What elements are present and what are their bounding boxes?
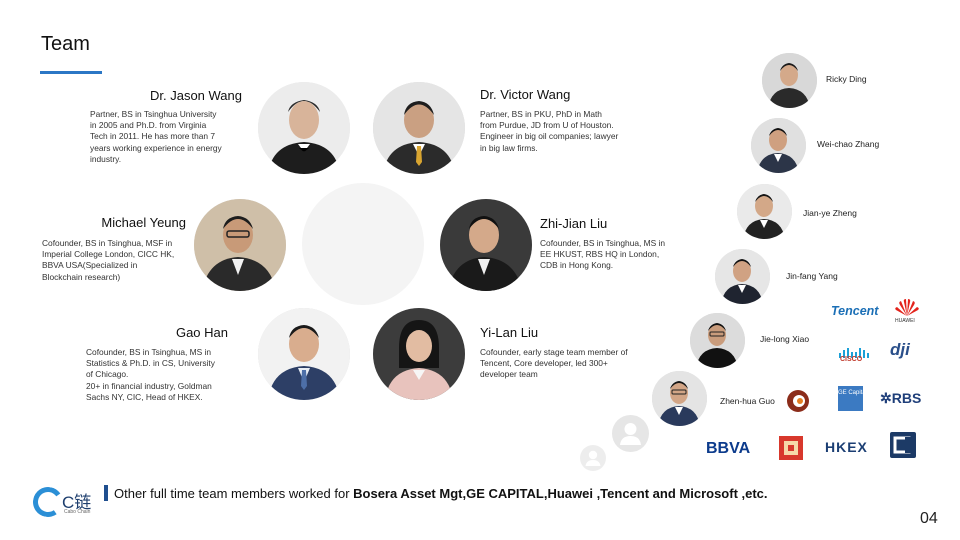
placeholder-avatar-icon	[612, 415, 649, 452]
dji-logo: dji	[890, 340, 910, 359]
bosera-logo	[786, 389, 810, 413]
member-name-jian-ye-zheng: Jian-ye Zheng	[803, 208, 857, 218]
brand-logo-icon	[30, 484, 66, 520]
page-number: 04	[920, 510, 938, 527]
partner-desc-michael-yeung: Cofounder, BS in Tsinghua, MSF in Imperi…	[42, 238, 175, 282]
photo-yi-lan-liu	[373, 308, 465, 400]
center-circle	[302, 183, 424, 305]
brand-subtitle: Cabo Chain	[64, 509, 91, 515]
partner-name-jason-wang: Dr. Jason Wang	[149, 88, 242, 103]
photo-jie-long-xiao	[690, 313, 745, 368]
cisco-logo: CISCO	[840, 356, 863, 363]
footer-accent-bar	[104, 485, 108, 501]
rbs-logo: ✲RBS	[880, 390, 921, 407]
partner-name-gao-han: Gao Han	[175, 325, 228, 340]
partner-name-zhi-jian-liu: Zhi-Jian Liu	[540, 216, 608, 231]
footer-text-bold: Bosera Asset Mgt,GE CAPITAL,Huawei ,Tenc…	[353, 486, 768, 501]
member-name-jie-long-xiao: Jie-long Xiao	[760, 334, 810, 344]
microsoft-style-logo	[890, 432, 916, 458]
photo-zhi-jian-liu	[440, 199, 532, 291]
red-square-logo	[779, 436, 803, 460]
member-name-zhen-hua-guo: Zhen-hua Guo	[720, 396, 775, 406]
huawei-wordmark: HUAWEI	[895, 318, 915, 324]
photo-michael-yeung	[194, 199, 286, 291]
member-name-wei-chao-zhang: Wei-chao Zhang	[817, 139, 880, 149]
ge-capital-logo: GE Capital	[838, 386, 867, 411]
bbva-logo: BBVA	[706, 440, 751, 457]
photo-jason-wang	[258, 82, 350, 174]
partner-name-yi-lan-liu: Yi-Lan Liu	[480, 325, 539, 340]
rbs-wordmark: RBS	[891, 390, 922, 406]
footer-text-prefix: Other full time team members worked for	[114, 486, 354, 501]
photo-victor-wang	[373, 82, 465, 174]
partner-desc-zhi-jian-liu: Cofounder, BS in Tsinghua, MS in EE HKUS…	[540, 238, 666, 271]
tencent-logo: Tencent	[831, 304, 879, 318]
photo-jian-ye-zheng	[737, 184, 792, 239]
rbs-daisy-icon: ✲	[880, 390, 892, 406]
partner-desc-gao-han: Cofounder, BS in Tsinghua, MS in Statist…	[86, 347, 215, 402]
photo-zhen-hua-guo	[652, 371, 707, 426]
photo-ricky-ding	[762, 53, 817, 108]
partner-desc-yi-lan-liu: Cofounder, early stage team member of Te…	[480, 347, 628, 380]
partner-name-victor-wang: Dr. Victor Wang	[480, 87, 571, 102]
partner-desc-jason-wang: Partner, BS in Tsinghua University in 20…	[90, 109, 222, 164]
placeholder-avatar-icon	[580, 445, 606, 471]
photo-jin-fang-yang	[715, 249, 770, 304]
partner-name-michael-yeung: Michael Yeung	[101, 215, 186, 230]
cisco-bars-icon	[838, 345, 870, 358]
partner-desc-victor-wang: Partner, BS in PKU, PhD in Math from Pur…	[480, 109, 619, 153]
photo-gao-han	[258, 308, 350, 400]
member-name-ricky-ding: Ricky Ding	[826, 74, 867, 84]
member-name-jin-fang-yang: Jin-fang Yang	[786, 271, 838, 281]
footer-text: Other full time team members worked for …	[114, 486, 768, 501]
hkex-logo: HKEX	[825, 439, 868, 455]
title-underline	[40, 71, 102, 74]
page-title: Team	[41, 33, 90, 55]
photo-wei-chao-zhang	[751, 118, 806, 173]
